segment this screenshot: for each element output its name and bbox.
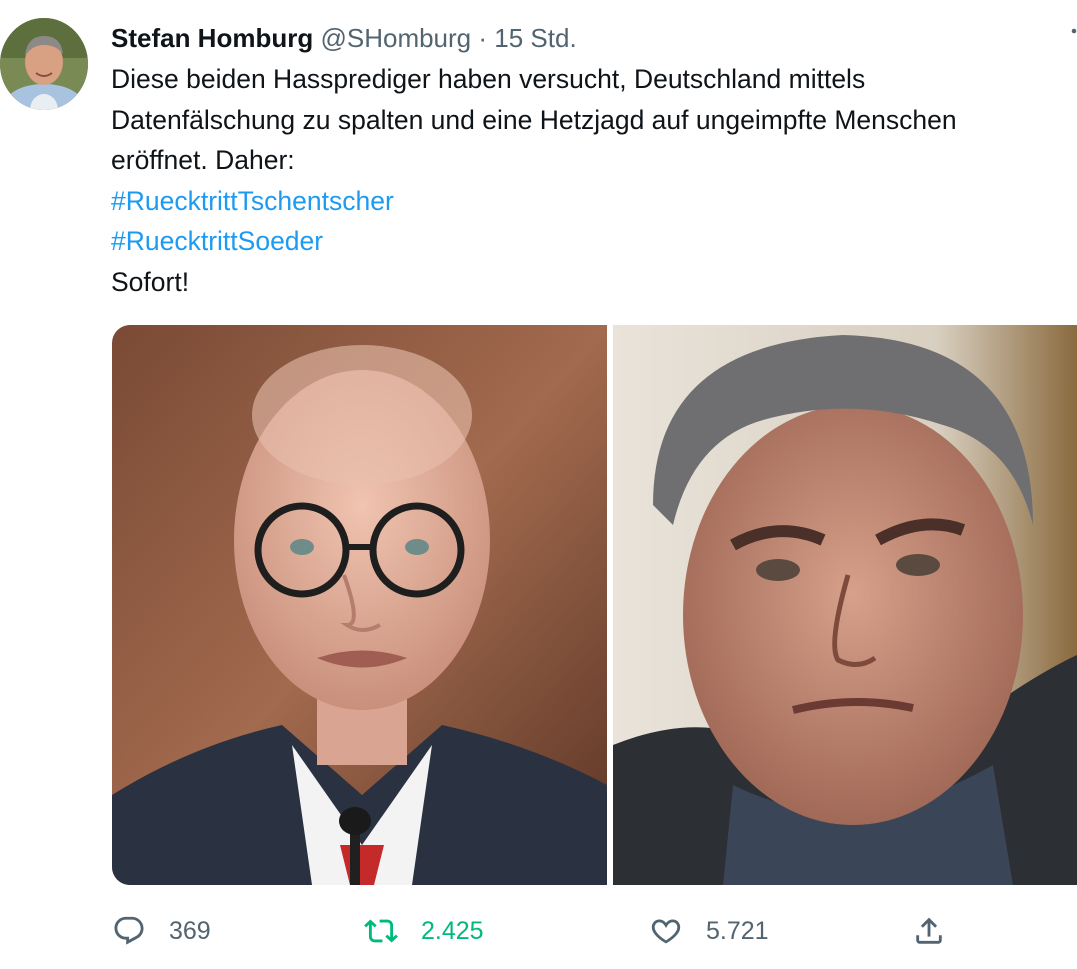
- reply-button[interactable]: 369: [112, 908, 211, 954]
- header-separator: ·: [478, 23, 488, 53]
- tweet-text-line: Sofort!: [111, 266, 190, 297]
- media-photo[interactable]: [112, 325, 607, 885]
- media-photo[interactable]: [613, 325, 1077, 885]
- like-count: 5.721: [706, 916, 769, 945]
- share-icon: [916, 917, 942, 944]
- tweet-text-line: eröffnet. Daher:: [111, 145, 295, 175]
- hashtag-link[interactable]: #RuecktrittSoeder: [111, 221, 1061, 262]
- author-name[interactable]: Stefan Homburg: [111, 23, 313, 53]
- retweet-icon: [364, 919, 398, 943]
- tweet-body: Diese beiden Hassprediger haben versucht…: [111, 59, 1061, 302]
- like-icon: [651, 919, 681, 944]
- media-grid: [112, 325, 1077, 885]
- tweet: Stefan Homburg @SHomburg · 15 Std. Diese…: [0, 0, 1077, 969]
- tweet-timestamp[interactable]: 15 Std.: [494, 23, 576, 53]
- tweet-text-line: Datenfälschung zu spalten und eine Hetzj…: [111, 104, 957, 135]
- retweet-button[interactable]: 2.425: [364, 908, 484, 954]
- avatar[interactable]: [0, 18, 88, 110]
- reply-icon: [114, 916, 144, 945]
- author-handle[interactable]: @SHomburg: [320, 23, 471, 53]
- share-button[interactable]: [912, 908, 946, 954]
- retweet-count: 2.425: [421, 916, 484, 945]
- tweet-header: Stefan Homburg @SHomburg · 15 Std.: [111, 20, 577, 56]
- like-button[interactable]: 5.721: [649, 908, 769, 954]
- reply-count: 369: [169, 916, 211, 945]
- tweet-text-line: Diese beiden Hassprediger haben versucht…: [111, 64, 866, 94]
- hashtag-link[interactable]: #RuecktrittTschentscher: [111, 181, 1061, 222]
- tweet-actions: 369 2.425 5.721: [112, 908, 1072, 958]
- more-icon[interactable]: [1071, 28, 1077, 50]
